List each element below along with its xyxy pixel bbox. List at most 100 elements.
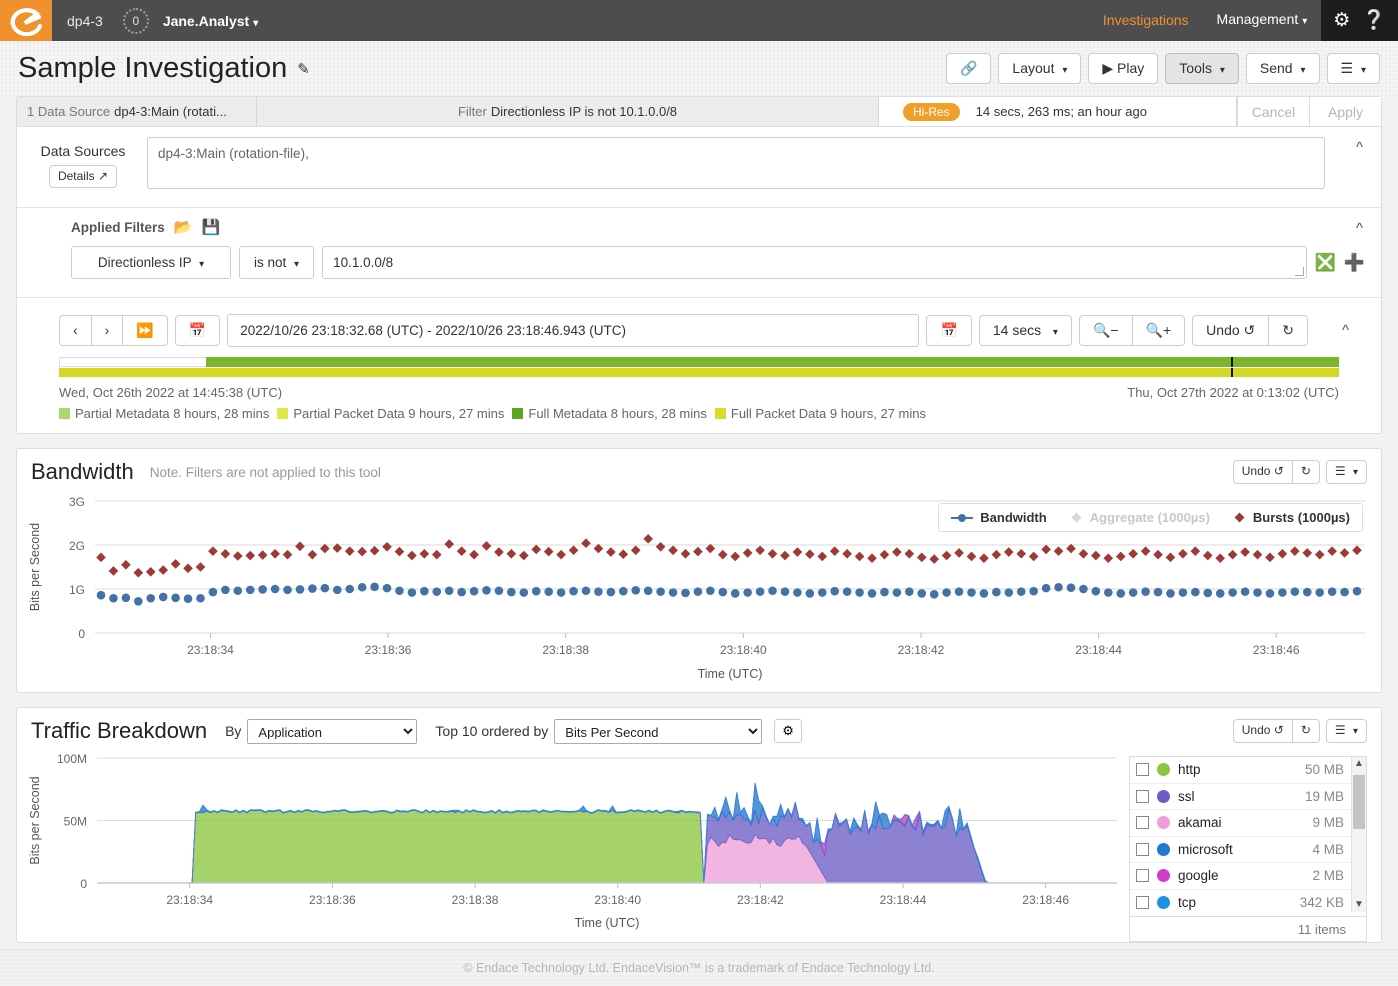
chevron-down-icon: ▾	[1220, 65, 1225, 76]
traffic-refresh-icon[interactable]: ↻	[1292, 719, 1320, 742]
legend-partial-packet: Partial Packet Data 9 hours, 27 mins	[277, 406, 504, 421]
layout-button[interactable]: Layout ▾	[998, 53, 1081, 84]
timeline-cursor-2[interactable]	[1231, 368, 1233, 377]
pencil-icon[interactable]: ✎	[297, 60, 310, 78]
timeline-packet-bar[interactable]	[59, 368, 1339, 377]
bandwidth-legend[interactable]: Bandwidth Aggregate (1000µs) Bursts (100…	[938, 503, 1363, 532]
traffic-legend-checkbox[interactable]	[1136, 763, 1149, 776]
traffic-settings-gear-icon[interactable]: ⚙	[774, 719, 802, 743]
time-undo-button[interactable]: Undo ↺	[1192, 315, 1268, 346]
traffic-legend-checkbox[interactable]	[1136, 790, 1149, 803]
traffic-legend-color-dot	[1157, 816, 1170, 829]
legend-bandwidth[interactable]: Bandwidth	[951, 510, 1046, 525]
gear-icon[interactable]: ⚙	[1333, 11, 1350, 30]
help-icon[interactable]: ❔	[1362, 11, 1386, 30]
scrollbar-thumb[interactable]	[1353, 775, 1365, 829]
bandwidth-refresh-icon[interactable]: ↻	[1292, 460, 1320, 483]
endace-logo-icon[interactable]	[0, 0, 52, 41]
datasources-details-button[interactable]: Details ↗	[49, 165, 117, 188]
legend-bursts[interactable]: Bursts (1000µs)	[1234, 510, 1350, 525]
time-next-button[interactable]: ›	[91, 315, 123, 346]
chevron-down-icon: ▾	[294, 259, 299, 270]
overflow-menu-button[interactable]: ☰ ▾	[1327, 53, 1380, 84]
traffic-legend-scrollbar[interactable]: ▲ ▼	[1351, 757, 1366, 912]
traffic-legend-name: http	[1178, 762, 1297, 777]
traffic-legend-row[interactable]: akamai9 MB	[1130, 810, 1366, 837]
traffic-legend-checkbox[interactable]	[1136, 816, 1149, 829]
traffic-legend-color-dot	[1157, 896, 1170, 909]
traffic-by-select[interactable]: ApplicationIP AddressProtocolPort	[247, 719, 417, 744]
legend-aggregate[interactable]: Aggregate (1000µs)	[1071, 510, 1210, 525]
layout-button-label: Layout	[1012, 60, 1054, 76]
svg-text:23:18:44: 23:18:44	[880, 893, 927, 907]
scroll-up-icon[interactable]: ▲	[1352, 758, 1366, 769]
datasources-input[interactable]: dp4-3:Main (rotation-file),	[147, 137, 1325, 189]
timeline-full-metadata-segment	[206, 357, 1339, 367]
traffic-legend-name: ssl	[1178, 789, 1297, 804]
send-button[interactable]: Send ▾	[1246, 53, 1320, 84]
traffic-undo-button[interactable]: Undo ↺	[1233, 719, 1292, 742]
time-latest-button[interactable]: ⏩	[122, 315, 167, 346]
timeline-cursor[interactable]	[1231, 357, 1233, 367]
query-summary-bar: 1 Data Source dp4-3:Main (rotati... Filt…	[17, 97, 1381, 127]
calendar-left-icon[interactable]: 📅	[175, 315, 220, 346]
traffic-legend-color-dot	[1157, 790, 1170, 803]
traffic-legend-row[interactable]: ssl19 MB	[1130, 784, 1366, 811]
traffic-legend-checkbox[interactable]	[1136, 869, 1149, 882]
collapse-filters-icon[interactable]: ^	[1356, 220, 1363, 237]
svg-text:Time (UTC): Time (UTC)	[575, 916, 640, 930]
timeline-full-packet-segment	[59, 368, 1339, 377]
play-button[interactable]: ▶ Play	[1088, 53, 1158, 84]
play-button-label: Play	[1117, 60, 1144, 76]
svg-text:23:18:40: 23:18:40	[594, 893, 641, 907]
traffic-legend-row[interactable]: tcp342 KB	[1130, 890, 1366, 917]
duration-select[interactable]: 14 secs ▾	[979, 315, 1072, 346]
remove-filter-icon[interactable]: ❎	[1315, 253, 1336, 273]
zoom-in-icon[interactable]: 🔍+	[1132, 315, 1186, 346]
legend-label: Full Metadata 8 hours, 28 mins	[528, 406, 706, 421]
summary-filter[interactable]: Filter Directionless IP is not 10.1.0.0/…	[257, 97, 879, 126]
traffic-breakdown-tool-panel: Traffic Breakdown By ApplicationIP Addre…	[16, 707, 1382, 943]
collapse-datasources-icon[interactable]: ^	[1356, 139, 1363, 156]
link-button[interactable]: 🔗	[946, 53, 991, 84]
time-refresh-icon[interactable]: ↻	[1268, 315, 1308, 346]
cancel-button[interactable]: Cancel	[1237, 97, 1309, 126]
traffic-chart[interactable]: 050M100MBits per Second23:18:3423:18:362…	[17, 748, 1129, 942]
bandwidth-undo-button[interactable]: Undo ↺	[1233, 460, 1292, 483]
nav-item-investigations[interactable]: Investigations	[1089, 0, 1203, 41]
tools-button[interactable]: Tools ▾	[1165, 53, 1239, 84]
timeline-widget[interactable]: Wed, Oct 26th 2022 at 14:45:38 (UTC) Thu…	[33, 347, 1365, 429]
legend-partial-metadata: Partial Metadata 8 hours, 28 mins	[59, 406, 269, 421]
traffic-legend-checkbox[interactable]	[1136, 843, 1149, 856]
apply-button[interactable]: Apply	[1309, 97, 1381, 126]
filter-operator-label: is not	[254, 255, 286, 270]
traffic-legend-list[interactable]: http50 MBssl19 MBakamai9 MBmicrosoft4 MB…	[1129, 756, 1367, 942]
collapse-time-icon[interactable]: ^	[1315, 322, 1349, 339]
time-range-input[interactable]: 2022/10/26 23:18:32.68 (UTC) - 2022/10/2…	[227, 314, 919, 347]
bandwidth-menu-button[interactable]: ☰ ▾	[1326, 460, 1367, 483]
nav-item-management[interactable]: Management▾	[1203, 0, 1322, 42]
summary-datasource[interactable]: 1 Data Source dp4-3:Main (rotati...	[17, 97, 257, 126]
traffic-legend-row[interactable]: google2 MB	[1130, 863, 1366, 890]
add-filter-icon[interactable]: ➕	[1344, 253, 1365, 273]
filter-value-input[interactable]: 10.1.0.0/8	[322, 246, 1307, 279]
traffic-legend-row[interactable]: http50 MB	[1130, 757, 1366, 784]
summary-time[interactable]: Hi-Res 14 secs, 263 ms; an hour ago	[879, 97, 1237, 126]
calendar-right-icon[interactable]: 📅	[926, 315, 971, 346]
folder-open-icon[interactable]: 📂	[174, 218, 193, 236]
user-menu[interactable]: Jane.Analyst▾	[163, 13, 258, 29]
zoom-out-icon[interactable]: 🔍−	[1079, 315, 1132, 346]
traffic-menu-button[interactable]: ☰ ▾	[1326, 719, 1367, 742]
filter-field-select[interactable]: Directionless IP ▾	[71, 246, 231, 279]
filter-operator-select[interactable]: is not ▾	[239, 246, 314, 279]
timeline-metadata-bar[interactable]	[59, 357, 1339, 367]
traffic-legend-checkbox[interactable]	[1136, 896, 1149, 909]
notification-badge[interactable]: 0	[123, 8, 149, 34]
traffic-legend-row[interactable]: microsoft4 MB	[1130, 837, 1366, 864]
traffic-order-select[interactable]: Bits Per SecondPackets Per SecondBytes	[554, 719, 762, 744]
time-prev-button[interactable]: ‹	[59, 315, 91, 346]
bandwidth-chart[interactable]: 01G2G3GBits per Second23:18:3423:18:3623…	[17, 489, 1381, 692]
scroll-down-icon[interactable]: ▼	[1352, 899, 1366, 910]
save-icon[interactable]: 💾	[201, 218, 220, 236]
svg-text:23:18:46: 23:18:46	[1022, 893, 1069, 907]
